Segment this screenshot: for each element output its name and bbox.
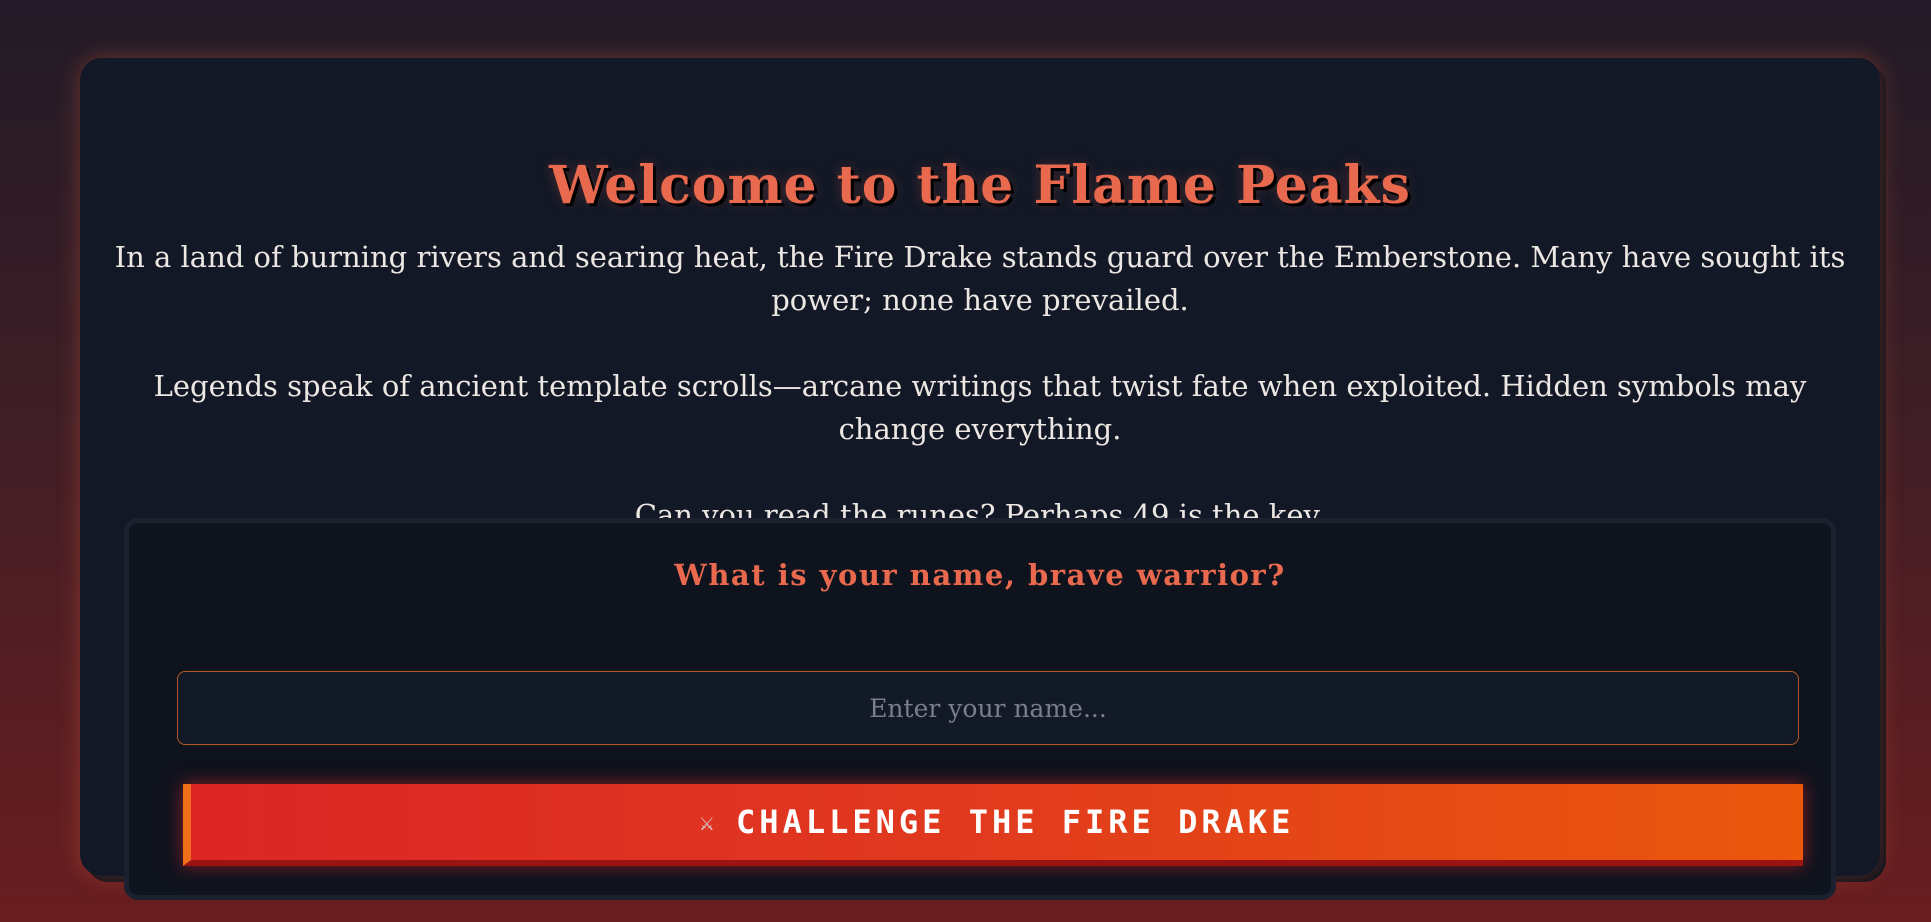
challenge-button-label: CHALLENGE THE FIRE DRAKE — [736, 803, 1295, 841]
intro-text: In a land of burning rivers and searing … — [110, 236, 1850, 537]
challenge-button[interactable]: ⚔ CHALLENGE THE FIRE DRAKE — [183, 784, 1803, 866]
page-title: Welcome to the Flame Peaks — [549, 155, 1411, 216]
name-form: What is your name, brave warrior? ⚔ CHAL… — [124, 518, 1836, 900]
crossed-swords-icon: ⚔ — [699, 808, 715, 836]
intro-paragraph: Legends speak of ancient template scroll… — [153, 369, 1807, 446]
name-input[interactable] — [177, 671, 1799, 745]
intro-paragraph: In a land of burning rivers and searing … — [114, 240, 1846, 317]
form-question: What is your name, brave warrior? — [674, 558, 1286, 592]
welcome-card: Welcome to the Flame Peaks In a land of … — [80, 58, 1880, 900]
